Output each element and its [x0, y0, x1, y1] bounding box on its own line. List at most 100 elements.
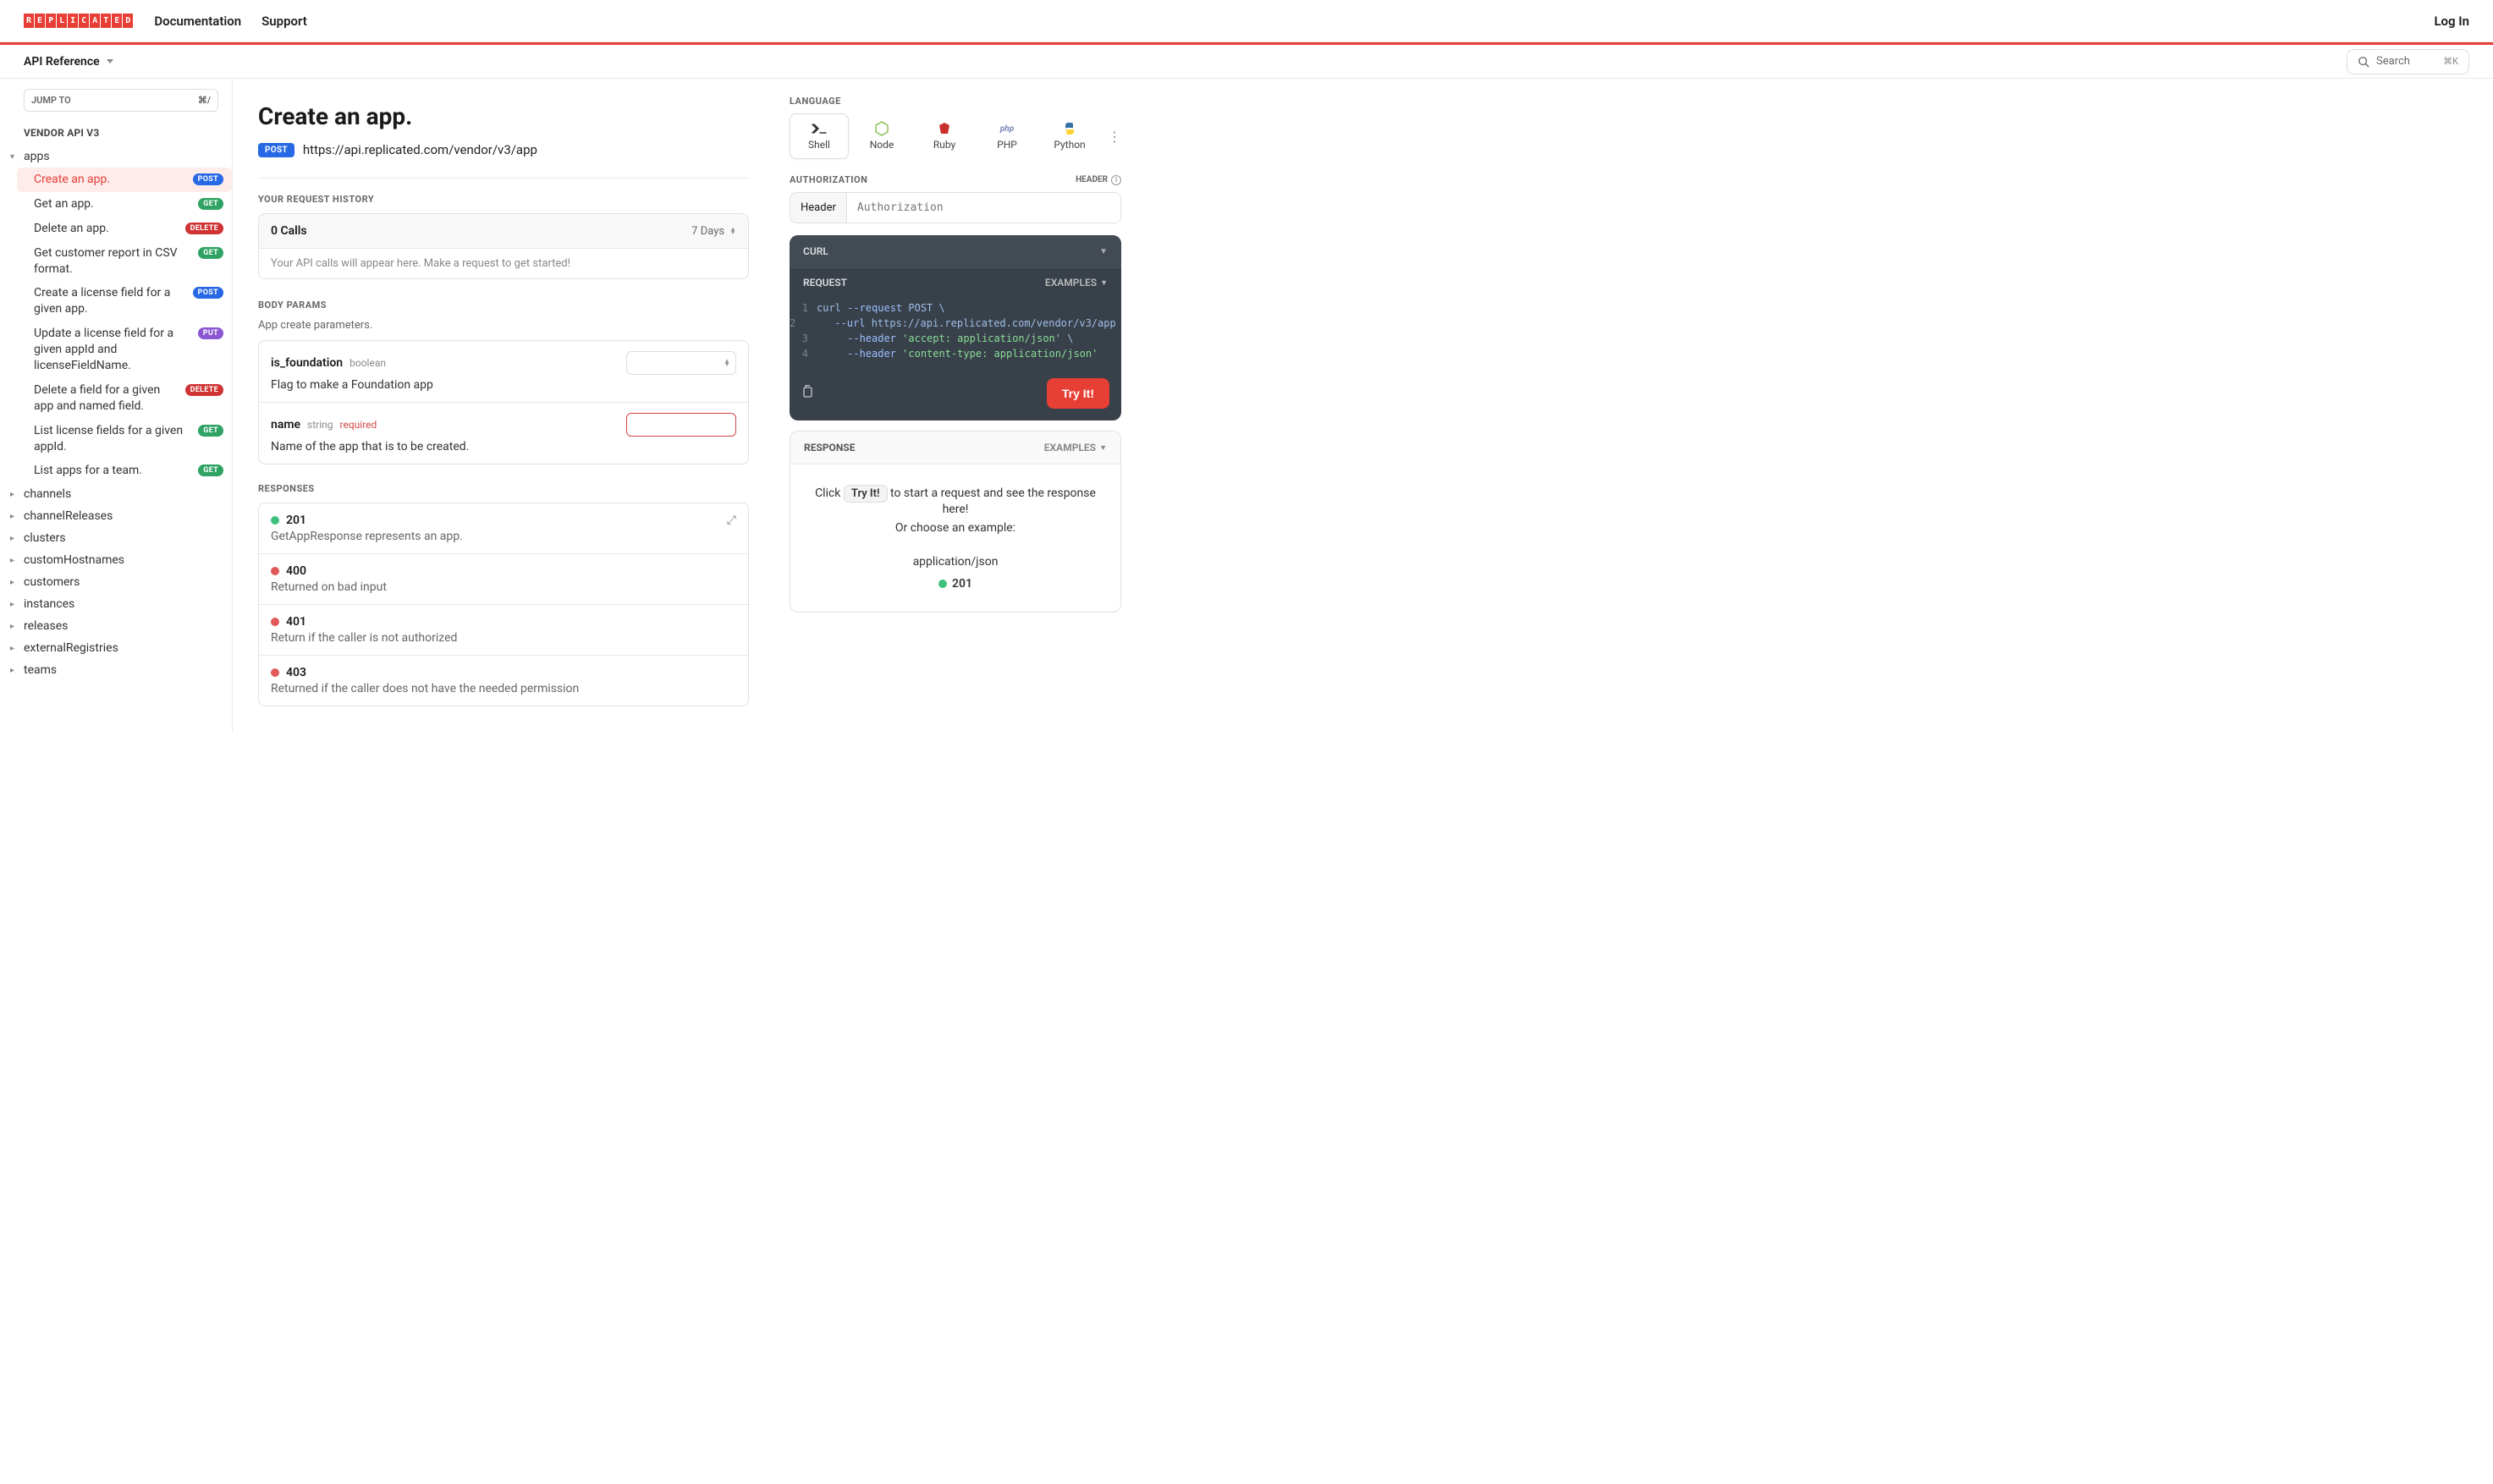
history-empty-msg: Your API calls will appear here. Make a …	[259, 248, 748, 278]
sidebar-group-clusters[interactable]: ▸clusters	[10, 527, 232, 549]
search-box[interactable]: Search ⌘K	[2347, 49, 2469, 74]
authorization-type: HEADER i	[1076, 175, 1121, 185]
language-php[interactable]: phpPHP	[977, 113, 1037, 159]
curl-header[interactable]: CURL ▼	[790, 235, 1121, 268]
caret-down-icon: ▾	[10, 152, 19, 162]
logo-char: D	[123, 14, 133, 28]
response-row-401[interactable]: 401Return if the caller is not authorize…	[259, 605, 748, 656]
sidebar-section-title: VENDOR API V3	[24, 127, 232, 139]
history-days-dropdown[interactable]: 7 Days ▲▼	[691, 225, 736, 238]
history-header: 0 Calls 7 Days ▲▼	[259, 214, 748, 248]
sidebar-endpoint[interactable]: Get an app.GET	[17, 192, 232, 217]
logo-char: E	[35, 14, 45, 28]
param-required: required	[340, 419, 377, 431]
response-panel-header: RESPONSE EXAMPLES ▼	[790, 431, 1120, 464]
status-dot-icon	[938, 580, 947, 588]
sidebar-group-customers[interactable]: ▸customers	[10, 571, 232, 593]
sidebar-endpoint[interactable]: Delete an app. DELETE	[17, 217, 232, 241]
response-mime[interactable]: application/json	[804, 555, 1107, 569]
chevron-down-icon: ▼	[1100, 278, 1108, 288]
line-number: 4	[790, 346, 817, 361]
shell-icon	[812, 122, 827, 135]
sidebar-group-instances[interactable]: ▸instances	[10, 593, 232, 615]
sidebar-endpoint[interactable]: Get customer report in CSV format.GET	[17, 241, 232, 282]
language-node[interactable]: Node	[852, 113, 911, 159]
response-panel-body: Click Try It! to start a request and see…	[790, 464, 1120, 612]
status-dot-icon	[271, 516, 279, 525]
updown-icon: ▲▼	[729, 228, 736, 234]
endpoint-name: Delete an app.	[34, 221, 109, 237]
expand-icon[interactable]: ⤢	[727, 514, 736, 527]
response-hint-post: to start a request and see the response …	[890, 486, 1096, 516]
nav-link-support[interactable]: Support	[261, 14, 307, 29]
examples-dropdown[interactable]: EXAMPLES ▼	[1045, 277, 1108, 289]
param-input[interactable]	[626, 413, 736, 437]
sidebar-tree: ▾appsCreate an app.POSTGet an app.GETDel…	[10, 146, 232, 681]
logo[interactable]: REPLICATED	[24, 14, 134, 28]
language-name: Ruby	[933, 139, 955, 151]
chevron-down-icon: ▼	[1099, 443, 1107, 453]
language-ruby[interactable]: Ruby	[915, 113, 974, 159]
body-params-desc: App create parameters.	[258, 319, 749, 332]
info-icon[interactable]: i	[1111, 175, 1121, 185]
sidebar-group-releases[interactable]: ▸releases	[10, 615, 232, 637]
sidebar-endpoint[interactable]: Create an app.POST	[17, 168, 232, 192]
updown-icon: ▲▼	[724, 360, 730, 366]
copy-button[interactable]	[801, 385, 813, 402]
curl-footer: Try It!	[790, 370, 1121, 420]
api-reference-label: API Reference	[24, 55, 100, 69]
sidebar-group-customHostnames[interactable]: ▸customHostnames	[10, 549, 232, 571]
language-shell[interactable]: Shell	[790, 113, 849, 159]
jump-to-shortcut: ⌘/	[198, 95, 211, 106]
more-languages-icon[interactable]: ⋮	[1108, 129, 1121, 145]
auth-input[interactable]	[847, 193, 1120, 223]
request-header: REQUEST EXAMPLES ▼	[790, 268, 1121, 297]
curl-panel: CURL ▼ REQUEST EXAMPLES ▼ 1curl --reques…	[790, 235, 1121, 420]
sidebar-group-channelReleases[interactable]: ▸channelReleases	[10, 505, 232, 527]
top-nav: REPLICATED Documentation Support Log In	[0, 0, 2493, 42]
code-line: 1curl --request POST \	[790, 300, 1121, 316]
param-select[interactable]: ▲▼	[626, 351, 736, 375]
sidebar-group-externalRegistries[interactable]: ▸externalRegistries	[10, 637, 232, 659]
endpoint-line: POST https://api.replicated.com/vendor/v…	[258, 142, 749, 157]
language-name: Node	[870, 139, 894, 151]
endpoint-name: Update a license field for a given appId…	[34, 326, 191, 374]
try-it-button[interactable]: Try It!	[1047, 378, 1109, 409]
sidebar-group-apps[interactable]: ▾apps	[10, 146, 232, 168]
sidebar-group-teams[interactable]: ▸teams	[10, 659, 232, 681]
language-label: LANGUAGE	[790, 96, 1121, 107]
sidebar-endpoint[interactable]: List license fields for a given appId.GE…	[17, 419, 232, 459]
caret-right-icon: ▸	[10, 644, 19, 653]
response-row-201[interactable]: 201GetAppResponse represents an app.⤢	[259, 503, 748, 554]
method-pill: GET	[198, 425, 223, 437]
search-shortcut: ⌘K	[2443, 56, 2458, 67]
right-column: LANGUAGE ShellNodeRubyphpPHPPython⋮ AUTH…	[774, 79, 1147, 732]
method-pill: DELETE	[185, 384, 223, 396]
sidebar-endpoint[interactable]: Create a license field for a given app.P…	[17, 281, 232, 322]
sidebar-endpoint[interactable]: List apps for a team.GET	[17, 459, 232, 483]
logo-char: L	[57, 14, 67, 28]
sidebar-endpoint[interactable]: Update a license field for a given appId…	[17, 322, 232, 378]
jump-to-button[interactable]: JUMP TO ⌘/	[24, 89, 218, 112]
method-pill: DELETE	[185, 223, 223, 234]
language-python[interactable]: Python	[1040, 113, 1099, 159]
responses-label: RESPONSES	[258, 483, 749, 494]
sidebar-endpoint[interactable]: Delete a field for a given app and named…	[17, 378, 232, 419]
response-code: 403	[286, 666, 306, 679]
response-row-403[interactable]: 403Returned if the caller does not have …	[259, 656, 748, 706]
login-link[interactable]: Log In	[2434, 14, 2469, 29]
sidebar-group-channels[interactable]: ▸channels	[10, 483, 232, 505]
api-reference-dropdown[interactable]: API Reference	[24, 55, 113, 69]
response-row-400[interactable]: 400Returned on bad input	[259, 554, 748, 605]
logo-char: R	[24, 14, 34, 28]
code-line: 3 --header 'accept: application/json' \	[790, 331, 1121, 346]
response-code: 401	[286, 615, 306, 629]
method-pill: GET	[198, 247, 223, 259]
history-calls: 0 Calls	[271, 224, 307, 238]
nav-link-documentation[interactable]: Documentation	[154, 14, 241, 29]
method-pill: GET	[198, 198, 223, 210]
response-examples-dropdown[interactable]: EXAMPLES ▼	[1044, 442, 1107, 453]
response-code-example[interactable]: 201	[938, 577, 972, 591]
status-dot-icon	[271, 668, 279, 677]
divider	[258, 178, 749, 179]
